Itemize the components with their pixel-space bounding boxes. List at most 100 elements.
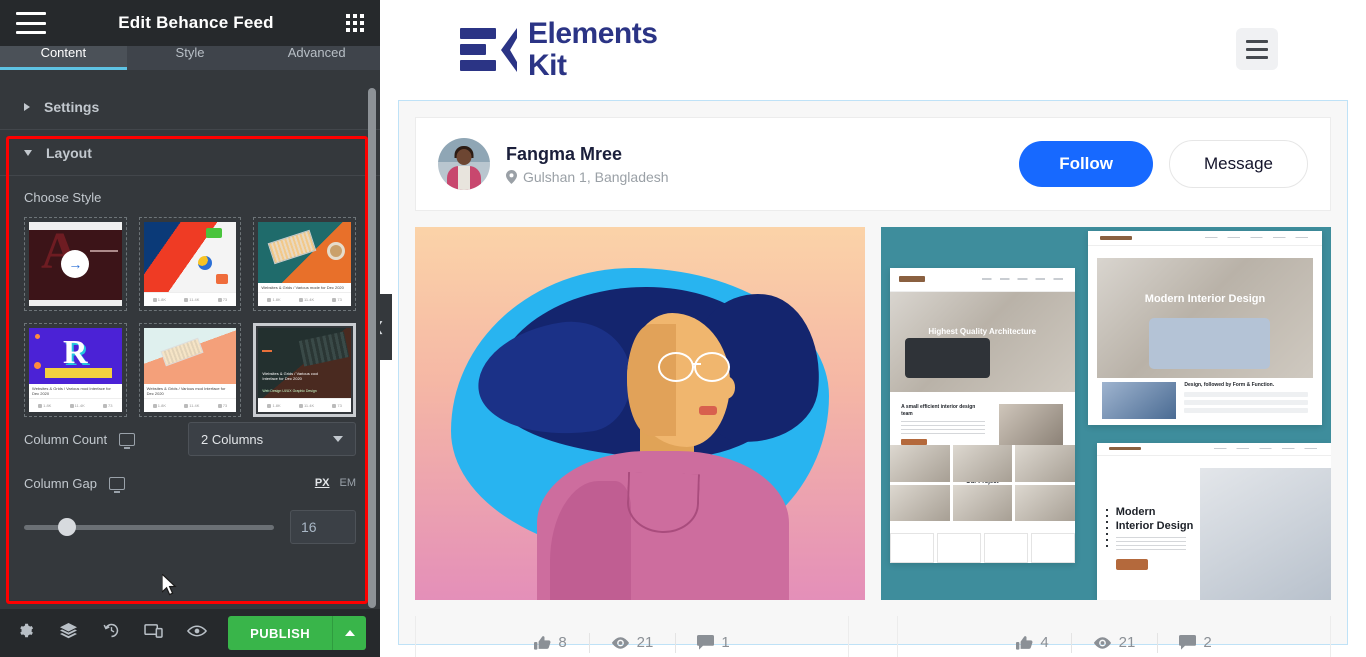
column-count-select[interactable]: 2 Columns [188,422,356,456]
settings-gear-icon[interactable] [14,622,37,644]
style-preview-caption: Websites & Grids / Various mod Interface… [143,383,237,398]
style-option-4[interactable]: R Websites & Grids / Various mod Interfa… [24,323,127,417]
column-gap-slider[interactable] [24,518,274,536]
section-layout-header[interactable]: Layout [0,130,380,176]
style-preview-caption: Websites & Grids / Various mode for Dec … [258,282,351,292]
column-count-value: 2 Columns [201,431,264,447]
profile-meta: Fangma Mree Gulshan 1, Bangladesh [506,144,669,185]
follow-button[interactable]: Follow [1019,141,1154,187]
mockup-2: Modern Interior Design Design, followed … [1088,230,1322,425]
column-gap-input[interactable]: 16 [290,510,356,544]
style-preview-art: R [29,328,122,384]
tab-content[interactable]: Content [0,46,127,70]
hamburger-menu-icon[interactable] [1236,28,1278,70]
column-gap-value: 16 [301,519,317,535]
mockup-1: Highest Quality Architecture A small eff… [890,268,1075,563]
column-gap-label: Column Gap [24,475,97,491]
choose-style-label: Choose Style [24,190,102,205]
profile-name: Fangma Mree [506,143,623,164]
style-preview-art [143,222,237,292]
panel-collapse-handle[interactable]: ❮ [380,294,392,360]
style-option-1[interactable]: A → [24,217,127,311]
mockup-heading-2: Modern Interior Design [1144,292,1266,305]
section-settings-label: Settings [44,98,100,115]
panel-scrollbar[interactable] [368,88,376,628]
publish-button[interactable]: PUBLISH [228,616,332,650]
elementskit-wordmark: Elements Kit [528,18,658,82]
eye-icon [1093,636,1112,650]
logo-line-2: Kit [528,48,567,82]
desktop-monitor-icon[interactable] [119,432,136,449]
mouse-cursor [162,574,177,596]
column-count-control: Column Count 2 Columns [0,417,380,461]
history-revisions-icon[interactable] [100,622,123,644]
message-button[interactable]: Message [1169,140,1308,188]
like-stat[interactable]: 4 [994,634,1070,651]
project-card-1[interactable] [415,227,865,600]
navigator-layers-icon[interactable] [57,622,80,644]
projects-stats-grid: 8 21 1 4 21 2 [399,616,1347,657]
mockup-subheading-1: A small efficient interior design team [901,403,976,417]
comment-stat[interactable]: 2 [1157,634,1233,651]
panel-footer-toolbar: PUBLISH [0,609,380,657]
chevron-down-icon [24,149,32,156]
publish-group: PUBLISH [228,616,366,650]
profile-location-text: Gulshan 1, Bangladesh [523,168,669,185]
project-image-mockups: Highest Quality Architecture A small eff… [881,227,1331,600]
style-preview-art: A → [29,222,122,306]
style-preview-stats: 1.8K 11.4K 73 [258,292,351,306]
unit-em[interactable]: EM [340,477,357,489]
unit-px[interactable]: PX [315,477,330,489]
style-option-5[interactable]: Websites & Grids / Various mod Interface… [138,323,242,417]
comment-count: 2 [1203,634,1212,651]
unit-toggle-group: PX EM [315,477,356,489]
layout-body: Choose Style A → 1.8K 11.4K 73 Websites … [0,176,380,417]
style-preview-stats: 1.8K 11.4K 73 [258,398,351,412]
project-1-stats: 8 21 1 [415,616,849,657]
style-preview-stats: 1.8K 11.4K 73 [143,398,237,412]
like-count: 8 [558,634,567,651]
publish-options-button[interactable] [332,616,366,650]
projects-grid: Highest Quality Architecture A small eff… [415,227,1331,600]
desktop-monitor-icon[interactable] [108,476,125,493]
view-stat[interactable]: 21 [589,634,676,651]
style-preview-art: Websites & Grids / Various cool Interfac… [258,328,351,398]
style-preview-stats: 1.8K 11.4K 73 [29,398,122,412]
style-option-6-selected[interactable]: Websites & Grids / Various cool Interfac… [253,323,356,417]
elementskit-logo[interactable]: Elements Kit [460,18,658,82]
profile-location: Gulshan 1, Bangladesh [506,169,669,185]
eye-icon [611,636,630,650]
style-option-3[interactable]: Websites & Grids / Various mode for Dec … [253,217,356,311]
panel-header: Edit Behance Feed [0,0,380,46]
project-card-2[interactable]: Highest Quality Architecture A small eff… [881,227,1331,600]
hamburger-icon[interactable] [16,12,46,34]
thumbs-up-icon [534,635,551,651]
profile-card: Fangma Mree Gulshan 1, Bangladesh Follow… [415,117,1331,211]
comment-stat[interactable]: 1 [675,634,751,651]
style-preview-bullets: Web Design UI/UX Graphic Design [262,388,317,393]
preview-eye-icon[interactable] [185,623,208,643]
elementskit-mark-icon [460,24,518,76]
like-stat[interactable]: 8 [512,634,588,651]
slider-thumb[interactable] [57,518,76,536]
style-option-2[interactable]: 1.8K 11.4K 73 [138,217,242,311]
column-count-label: Column Count [24,431,108,447]
style-thumbnail-grid: A → 1.8K 11.4K 73 Websites & Grids / Var… [24,217,356,417]
project-image-illustration [415,227,865,600]
tab-advanced[interactable]: Advanced [253,46,380,70]
site-header: Elements Kit [380,0,1366,100]
project-2-stats: 4 21 2 [897,616,1331,657]
comment-bubble-icon [1179,635,1197,650]
panel-spacer [0,70,380,84]
view-count: 21 [636,634,654,651]
comment-count: 1 [721,634,730,651]
grid-apps-icon[interactable] [346,14,364,32]
responsive-mode-icon[interactable] [142,623,165,644]
mockup-heading-3: Modern Interior Design [1115,505,1194,532]
section-layout-label: Layout [46,144,92,161]
section-settings[interactable]: Settings [0,84,380,130]
avatar [438,138,490,190]
tab-style[interactable]: Style [127,46,254,70]
view-stat[interactable]: 21 [1071,634,1158,651]
elementor-editor-window: Edit Behance Feed Content Style Advanced… [0,0,1366,657]
